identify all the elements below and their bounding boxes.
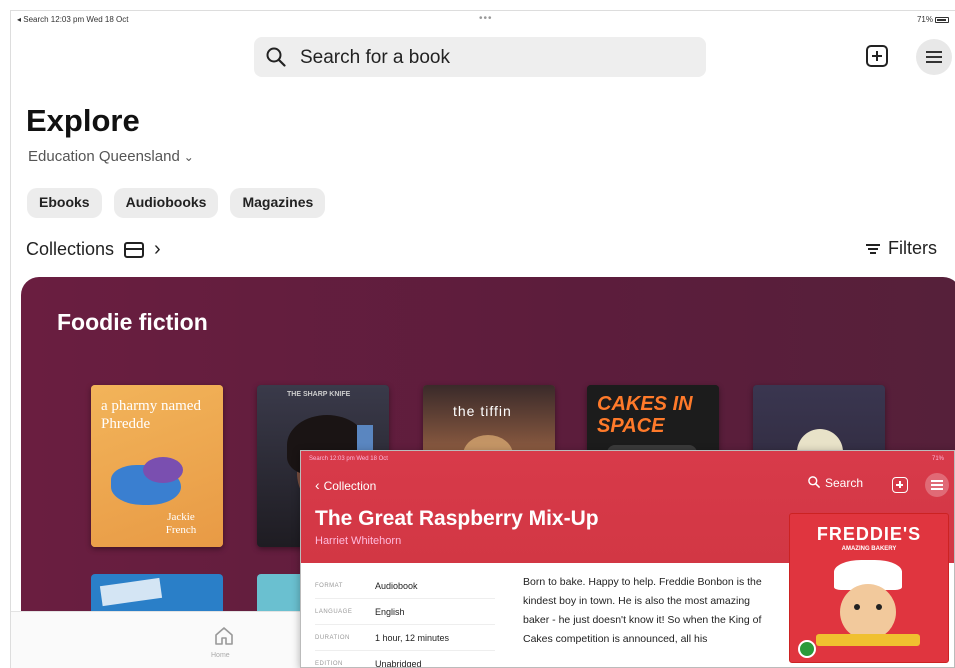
book-cover-title: the tiffin (453, 403, 512, 419)
menu-icon-line (926, 56, 942, 58)
collections-label: Collections (26, 239, 115, 259)
book-cover[interactable]: a pharmy named Phredde Jackie French (91, 385, 223, 547)
search-bar[interactable]: Search for a book (254, 37, 706, 77)
overlay-status: Search 12:03 pm Wed 18 Oct (309, 456, 388, 462)
status-bar: ◂ Search 12:03 pm Wed 18 Oct ••• 71% (11, 11, 955, 29)
chevron-right-icon: › (154, 238, 161, 260)
status-left[interactable]: ◂ Search 12:03 pm Wed 18 Oct (17, 15, 128, 24)
book-cover-title: THE SHARP KNIFE (287, 391, 351, 398)
meta-row: DURATION 1 hour, 12 minutes (315, 625, 495, 651)
book-detail-screenshot: Search 12:03 pm Wed 18 Oct 71% ‹ Collect… (300, 450, 955, 668)
meta-key: FORMAT (315, 582, 343, 589)
back-button[interactable]: ‹ Collection (315, 477, 376, 493)
add-icon[interactable] (866, 45, 888, 67)
filters-label: Filters (888, 238, 937, 258)
battery-percent: 71% (916, 15, 933, 24)
book-cover-large[interactable]: FREDDIE'S AMAZING BAKERY (789, 513, 949, 663)
meta-row: FORMAT Audiobook (315, 573, 495, 599)
book-metadata: FORMAT Audiobook LANGUAGE English DURATION… (315, 573, 495, 668)
book-cover-author: Jackie French (165, 511, 197, 536)
menu-icon-line (926, 61, 942, 63)
battery-icon (935, 16, 949, 23)
chip-magazines[interactable]: Magazines (230, 188, 326, 218)
overlay-search-label: Search (825, 476, 864, 490)
cover-title: FREDDIE'S (816, 524, 922, 544)
home-icon[interactable] (213, 626, 235, 646)
menu-icon-line (931, 484, 943, 486)
book-title: The Great Raspberry Mix-Up (315, 507, 599, 530)
menu-icon-line (931, 480, 943, 482)
chip-ebooks[interactable]: Ebooks (27, 188, 102, 218)
carousel-heading: Foodie fiction (57, 309, 208, 335)
menu-button[interactable] (925, 473, 949, 497)
collection-icon (124, 241, 145, 258)
meta-value: Audiobook (375, 580, 418, 591)
meta-key: LANGUAGE (315, 608, 353, 615)
overlay-search-button[interactable]: Search (808, 476, 863, 490)
search-input[interactable]: Search for a book (300, 47, 450, 69)
meta-key: EDITION (315, 660, 343, 667)
cover-subtitle: AMAZING BAKERY (841, 546, 897, 552)
menu-icon-line (931, 488, 943, 490)
filters-button[interactable]: Filters (866, 238, 937, 259)
menu-icon-line (926, 51, 942, 53)
meta-value: Unabridged (375, 658, 422, 668)
chevron-down-icon: ⌄ (183, 150, 194, 164)
organization-selector[interactable]: Education Queensland ⌄ (28, 148, 194, 165)
meta-row: LANGUAGE English (315, 599, 495, 625)
organization-name: Education Queensland (28, 148, 180, 165)
overlay-battery: 71% (931, 456, 944, 462)
search-icon (266, 47, 286, 67)
book-cover-title: CAKES IN SPACE (597, 393, 693, 437)
meta-row: EDITION Unabridged (315, 651, 495, 668)
meta-key: DURATION (315, 634, 350, 641)
menu-button[interactable] (916, 39, 952, 75)
meta-value: English (375, 606, 405, 617)
collections-link[interactable]: Collections › (26, 238, 161, 261)
format-chips: Ebooks Audiobooks Magazines (27, 188, 326, 218)
page-title: Explore (26, 103, 140, 138)
tab-home-label[interactable]: Home (211, 652, 230, 659)
back-label: Collection (323, 479, 377, 493)
chevron-left-icon: ‹ (315, 477, 324, 493)
search-icon (808, 476, 820, 488)
chip-audiobooks[interactable]: Audiobooks (113, 188, 219, 218)
book-cover-title: a pharmy named Phredde (101, 398, 201, 432)
battery-status: 71% (917, 15, 949, 24)
filter-icon (866, 243, 880, 254)
book-author[interactable]: Harriet Whitehorn (315, 535, 401, 547)
multitask-dots[interactable]: ••• (479, 13, 493, 24)
add-icon[interactable] (892, 477, 908, 493)
meta-value: 1 hour, 12 minutes (375, 632, 450, 643)
book-description: Born to bake. Happy to help. Freddie Bon… (523, 576, 762, 645)
